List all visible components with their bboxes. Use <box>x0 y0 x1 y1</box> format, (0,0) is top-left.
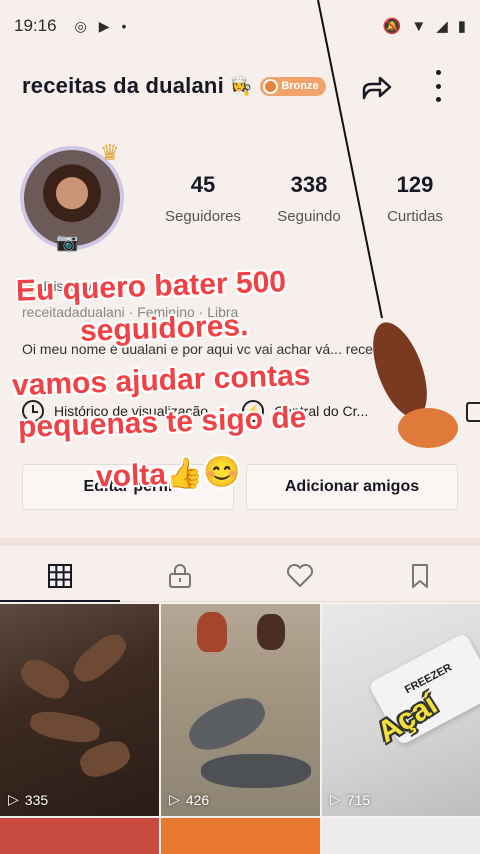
view-count-value: 715 <box>346 791 371 808</box>
section-divider <box>0 538 480 546</box>
view-count-value: 335 <box>24 791 49 808</box>
overlay-text-line2: seguidores. <box>79 309 249 348</box>
video-thumbnail[interactable]: ▷ 335 <box>0 604 159 816</box>
username: receitas da dualani <box>22 73 224 98</box>
video-thumbnail[interactable]: ▷ 426 <box>161 604 320 816</box>
followers-stat[interactable]: 45 Seguidores <box>150 172 256 225</box>
tab-videos[interactable] <box>0 550 120 602</box>
lock-icon <box>169 563 191 588</box>
badge-coin-icon <box>263 78 279 94</box>
tab-private[interactable] <box>120 550 240 601</box>
video-thumbnail[interactable] <box>322 818 480 854</box>
view-count: ▷ 426 <box>169 791 209 808</box>
video-grid: ▷ 335 ▷ 426 FREEZER Açaí ▷ 715 <box>0 604 480 854</box>
sausage-sticker <box>317 0 458 448</box>
crown-icon: ♛ <box>100 140 120 165</box>
dot-icon: • <box>121 18 127 34</box>
avatar[interactable]: ♛ 📷 <box>20 140 128 254</box>
bookmark-icon <box>412 563 428 588</box>
status-time: 19:16 <box>14 16 57 35</box>
video-thumbnail[interactable]: FREEZER Açaí ▷ 715 <box>322 604 480 816</box>
overlay-text-line5: volta👍😊 <box>95 455 242 494</box>
play-icon: ▷ <box>330 791 341 807</box>
heart-icon <box>286 563 314 587</box>
add-friends-button[interactable]: Adicionar amigos <box>246 464 458 510</box>
freezer-label: FREEZER <box>402 661 454 697</box>
chef-emoji-icon: 👩‍🍳 <box>229 75 253 96</box>
overlay-text-line3: vamos ajudar contas <box>11 358 311 403</box>
view-count: ▷ 335 <box>8 791 48 808</box>
youtube-icon: ▶ <box>98 17 110 34</box>
video-thumbnail[interactable] <box>0 818 159 854</box>
grid-icon <box>48 563 72 588</box>
video-thumbnail[interactable] <box>161 818 320 854</box>
overlay-text-line1: Eu quero bater 500 <box>15 265 287 308</box>
tab-saved[interactable] <box>360 550 480 601</box>
followers-count: 45 <box>190 172 216 197</box>
view-count-value: 426 <box>185 791 210 808</box>
play-icon: ▷ <box>8 791 19 807</box>
play-icon: ▷ <box>169 791 180 807</box>
view-count: ▷ 715 <box>330 791 370 808</box>
content-tabs <box>0 550 480 602</box>
tab-liked[interactable] <box>240 550 360 601</box>
notification-icon: ◎ <box>74 17 87 34</box>
camera-badge-icon: 📷 <box>56 232 79 252</box>
followers-label: Seguidores <box>165 208 241 225</box>
